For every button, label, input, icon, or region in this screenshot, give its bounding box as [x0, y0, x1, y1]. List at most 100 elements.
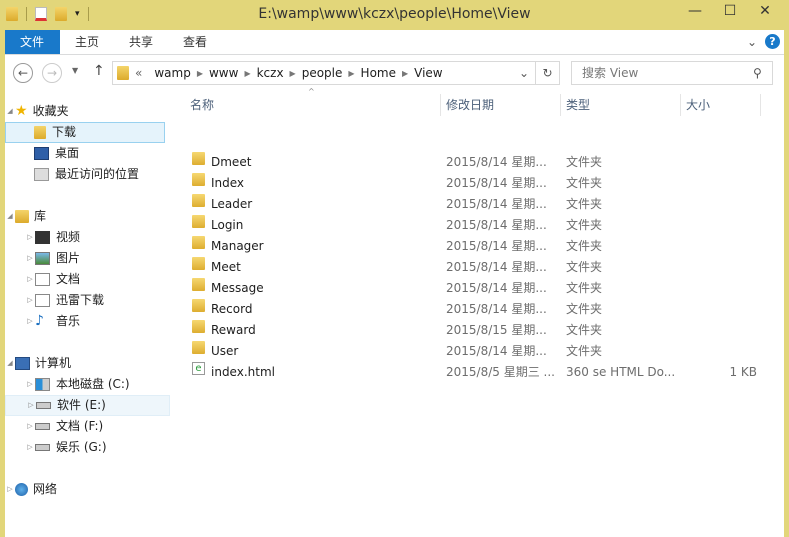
tab-home[interactable]: 主页 — [60, 30, 114, 54]
nav-item-downloads[interactable]: 下载 — [5, 122, 165, 143]
file-type: 文件夹 — [566, 302, 603, 316]
file-date: 2015/8/14 星期... — [446, 197, 547, 211]
file-name: index.html — [211, 365, 275, 379]
up-button[interactable]: ↑ — [93, 63, 105, 79]
collapsed-icon[interactable]: ▷ — [25, 290, 35, 311]
refresh-button[interactable]: ↻ — [535, 62, 559, 84]
file-row[interactable]: Reward 2015/8/15 星期... 文件夹 — [180, 320, 770, 341]
nav-item-desktop[interactable]: 桌面 — [5, 143, 165, 164]
recent-places-icon — [34, 168, 49, 181]
column-name[interactable]: 名称 — [190, 95, 214, 115]
help-icon[interactable]: ? — [765, 34, 780, 49]
nav-item-drive-e[interactable]: ▷ 软件 (E:) — [5, 395, 170, 416]
nav-item-music[interactable]: ▷ ♪ 音乐 — [5, 311, 165, 332]
collapsed-icon[interactable]: ▷ — [25, 248, 35, 269]
nav-item-videos[interactable]: ▷ 视频 — [5, 227, 165, 248]
nav-item-drive-f[interactable]: ▷ 文档 (F:) — [5, 416, 165, 437]
nav-item-drive-g[interactable]: ▷ 娱乐 (G:) — [5, 437, 165, 458]
crumb-wamp[interactable]: wamp — [154, 66, 190, 80]
crumb-www[interactable]: www — [209, 66, 238, 80]
collapsed-icon[interactable]: ▷ — [25, 269, 35, 290]
chevron-right-icon[interactable]: ▶ — [197, 69, 203, 78]
collapsed-icon[interactable]: ▷ — [25, 437, 35, 458]
expanded-icon[interactable]: ◢ — [5, 353, 15, 374]
nav-item-documents[interactable]: ▷ 文档 — [5, 269, 165, 290]
collapsed-icon[interactable]: ▷ — [25, 311, 35, 332]
search-icon[interactable]: ⚲ — [753, 66, 762, 80]
column-divider[interactable] — [680, 94, 681, 116]
expanded-icon[interactable]: ◢ — [5, 206, 15, 227]
nav-label: 网络 — [33, 482, 58, 496]
minimize-button[interactable]: — — [680, 0, 710, 22]
nav-item-pictures[interactable]: ▷ 图片 — [5, 248, 165, 269]
recent-locations-icon[interactable]: ▼ — [72, 66, 78, 75]
nav-item-drive-c[interactable]: ▷ 本地磁盘 (C:) — [5, 374, 165, 395]
file-row[interactable]: e index.html 2015/8/5 星期三 ... 360 se HTML D… — [180, 362, 770, 383]
close-button[interactable]: ✕ — [750, 0, 780, 22]
crumb-home[interactable]: Home — [361, 66, 396, 80]
folder-icon — [192, 152, 205, 165]
back-button[interactable]: ← — [13, 63, 33, 83]
folder-icon — [192, 257, 205, 270]
column-divider[interactable] — [560, 94, 561, 116]
column-divider[interactable] — [440, 94, 441, 116]
chevron-right-icon[interactable]: ▶ — [402, 69, 408, 78]
crumb-people[interactable]: people — [302, 66, 343, 80]
chevron-right-icon[interactable]: ▶ — [348, 69, 354, 78]
file-row[interactable]: Manager 2015/8/14 星期... 文件夹 — [180, 236, 770, 257]
address-bar[interactable]: « wamp ▶ www ▶ kczx ▶ people ▶ Home ▶ View ⌄ … — [112, 61, 560, 85]
expanded-icon[interactable]: ◢ — [5, 101, 15, 122]
collapsed-icon[interactable]: ▷ — [25, 227, 35, 248]
file-date: 2015/8/5 星期三 ... — [446, 365, 555, 379]
html-file-icon: e — [192, 362, 205, 375]
file-row[interactable]: Dmeet 2015/8/14 星期... 文件夹 — [180, 152, 770, 173]
column-size[interactable]: 大小 — [686, 95, 710, 115]
chevron-right-icon[interactable]: ▶ — [244, 69, 250, 78]
collapsed-icon[interactable]: ▷ — [25, 374, 35, 395]
nav-label: 娱乐 (G:) — [56, 440, 107, 454]
nav-computer[interactable]: ◢ 计算机 — [5, 353, 165, 374]
nav-item-recent[interactable]: 最近访问的位置 — [5, 164, 165, 185]
crumb-view[interactable]: View — [414, 66, 442, 80]
file-row[interactable]: User 2015/8/14 星期... 文件夹 — [180, 341, 770, 362]
search-input[interactable]: 搜索 View — [571, 61, 773, 85]
file-name: Leader — [211, 197, 253, 211]
file-name: Dmeet — [211, 155, 252, 169]
file-row[interactable]: Leader 2015/8/14 星期... 文件夹 — [180, 194, 770, 215]
folder-icon — [192, 278, 205, 291]
file-row[interactable]: Login 2015/8/14 星期... 文件夹 — [180, 215, 770, 236]
expand-ribbon-icon[interactable]: ⌄ — [747, 35, 757, 49]
address-dropdown-icon[interactable]: ⌄ — [519, 66, 529, 80]
collapsed-icon[interactable]: ▷ — [26, 395, 36, 416]
maximize-button[interactable]: ☐ — [715, 0, 745, 22]
window-body: 文件 主页 共享 查看 ⌄ ? ← → ▼ ↑ « wamp ▶ www ▶ kcz… — [5, 30, 784, 537]
file-row[interactable]: Meet 2015/8/14 星期... 文件夹 — [180, 257, 770, 278]
folder-icon — [192, 236, 205, 249]
nav-favorites[interactable]: ◢ ★ 收藏夹 — [5, 101, 165, 122]
desktop-icon — [34, 147, 49, 160]
nav-label: 软件 (E:) — [57, 398, 106, 412]
column-divider[interactable] — [760, 94, 761, 116]
overflow-crumb[interactable]: « — [135, 66, 142, 80]
file-type: 文件夹 — [566, 155, 603, 169]
nav-item-thunder[interactable]: ▷ 迅雷下载 — [5, 290, 165, 311]
file-row[interactable]: Index 2015/8/14 星期... 文件夹 — [180, 173, 770, 194]
pictures-icon — [35, 252, 50, 265]
column-type[interactable]: 类型 — [566, 95, 590, 115]
collapsed-icon[interactable]: ▷ — [5, 479, 15, 500]
nav-label: 本地磁盘 (C:) — [56, 377, 130, 391]
tab-share[interactable]: 共享 — [114, 30, 168, 54]
chevron-right-icon[interactable]: ▶ — [290, 69, 296, 78]
collapsed-icon[interactable]: ▷ — [25, 416, 35, 437]
file-date: 2015/8/14 星期... — [446, 155, 547, 169]
tab-view[interactable]: 查看 — [168, 30, 222, 54]
tab-file[interactable]: 文件 — [5, 30, 60, 54]
file-row[interactable]: Message 2015/8/14 星期... 文件夹 — [180, 278, 770, 299]
forward-button[interactable]: → — [42, 63, 62, 83]
file-row[interactable]: Record 2015/8/14 星期... 文件夹 — [180, 299, 770, 320]
nav-libraries[interactable]: ◢ 库 — [5, 206, 165, 227]
column-date[interactable]: 修改日期 — [446, 95, 494, 115]
nav-network[interactable]: ▷ 网络 — [5, 479, 165, 500]
sort-ascending-icon: ^ — [308, 87, 315, 96]
crumb-kczx[interactable]: kczx — [257, 66, 284, 80]
